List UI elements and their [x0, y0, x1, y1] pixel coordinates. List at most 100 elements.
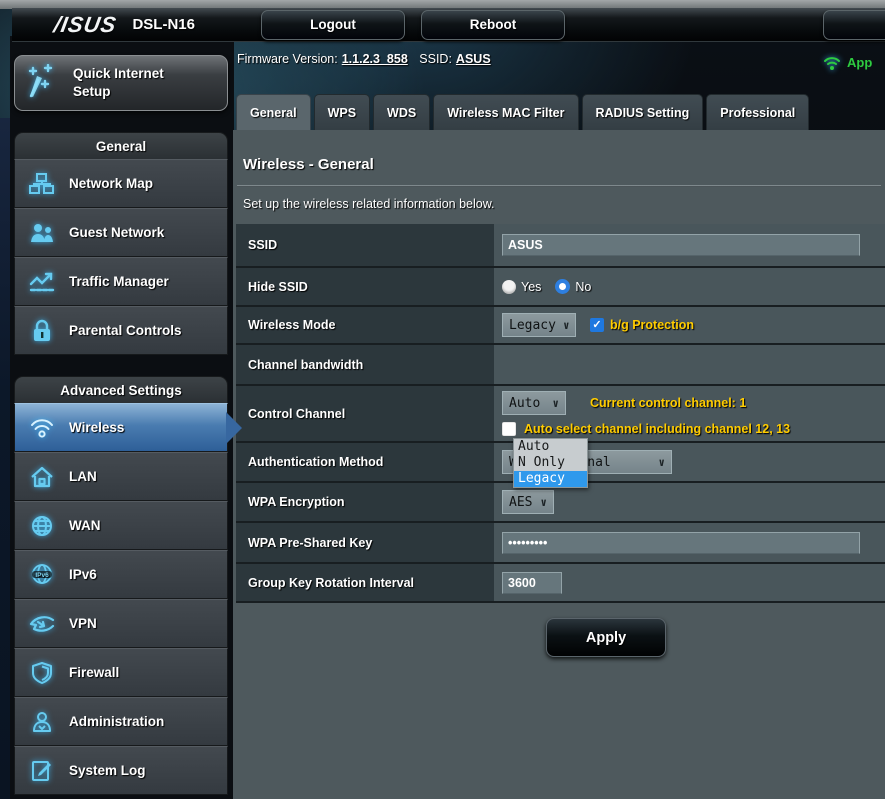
ssid-row-label: SSID — [236, 224, 494, 266]
active-item-arrow — [226, 412, 242, 444]
wan-icon — [27, 514, 57, 538]
tab-general[interactable]: General — [236, 94, 311, 130]
tab-radius-setting[interactable]: RADIUS Setting — [582, 94, 704, 130]
sidebar-item-network-map[interactable]: Network Map — [14, 159, 228, 208]
sidebar-item-guest-network[interactable]: Guest Network — [14, 208, 228, 257]
lan-icon — [27, 465, 57, 489]
control-channel-select[interactable]: Auto∨ — [502, 391, 566, 415]
logout-button[interactable]: Logout — [261, 10, 405, 40]
magic-wand-icon — [25, 64, 59, 102]
sidebar-item-label: Network Map — [69, 176, 153, 191]
svg-text:IPv6: IPv6 — [35, 572, 49, 579]
wireless-general-form: SSID Hide SSID Yes No Wireless Mode Lega… — [236, 224, 885, 603]
partial-button[interactable] — [823, 10, 885, 40]
firmware-line: Firmware Version: 1.1.2.3_858 SSID: ASUS — [237, 52, 499, 66]
wpa-psk-row: WPA Pre-Shared Key — [236, 523, 885, 564]
hide-ssid-yes-radio[interactable] — [502, 280, 516, 294]
administration-icon — [27, 710, 57, 734]
ipv6-icon: IPv6 — [27, 563, 57, 587]
hide-ssid-no-radio[interactable] — [555, 279, 570, 294]
ssid-row: SSID — [236, 224, 885, 268]
network-map-icon — [27, 172, 57, 196]
sidebar-item-lan[interactable]: LAN — [14, 452, 228, 501]
sidebar-item-ipv6[interactable]: IPv6 IPv6 — [14, 550, 228, 599]
chevron-down-icon: ∨ — [540, 496, 547, 509]
chevron-down-icon: ∨ — [563, 319, 570, 332]
auto-select-channel-checkbox[interactable] — [502, 422, 516, 436]
sidebar-item-wan[interactable]: WAN — [14, 501, 228, 550]
hide-ssid-yes-label: Yes — [521, 280, 541, 294]
channel-bandwidth-row-label: Channel bandwidth — [236, 345, 494, 384]
control-channel-row: Control Channel Auto∨ Current control ch… — [236, 386, 885, 443]
ssid-input[interactable] — [502, 234, 860, 256]
wireless-mode-row-label: Wireless Mode — [236, 307, 494, 343]
ssid-link[interactable]: ASUS — [456, 52, 491, 66]
hide-ssid-row: Hide SSID Yes No — [236, 268, 885, 307]
wireless-mode-option-n-only[interactable]: N Only — [514, 455, 587, 471]
sidebar-item-system-log[interactable]: System Log — [14, 746, 228, 795]
current-channel-hint: Current control channel: 1 — [590, 396, 746, 410]
firmware-label: Firmware Version: — [237, 52, 338, 66]
tab-wireless-mac-filter[interactable]: Wireless MAC Filter — [433, 94, 578, 130]
reboot-button[interactable]: Reboot — [421, 10, 565, 40]
wpa-psk-input[interactable] — [502, 532, 860, 554]
ssid-label: SSID: — [419, 52, 452, 66]
wpa-encryption-row-label: WPA Encryption — [236, 483, 494, 521]
group-key-interval-row: Group Key Rotation Interval — [236, 564, 885, 603]
app-link[interactable]: App — [822, 53, 872, 71]
hide-ssid-no-label: No — [575, 280, 591, 294]
hide-ssid-row-label: Hide SSID — [236, 268, 494, 305]
sidebar-item-label: Firewall — [69, 665, 119, 680]
sidebar-item-label: System Log — [69, 763, 146, 778]
sidebar-item-label: LAN — [69, 469, 97, 484]
wpa-encryption-select[interactable]: AES∨ — [502, 490, 554, 514]
quick-internet-setup-label: Quick Internet Setup — [73, 65, 193, 101]
sidebar-item-label: IPv6 — [69, 567, 97, 582]
wireless-mode-option-legacy[interactable]: Legacy — [514, 471, 587, 487]
firewall-icon — [27, 661, 57, 685]
model-name: DSL-N16 — [132, 16, 195, 33]
sidebar-item-label: Traffic Manager — [69, 274, 169, 289]
sidebar-item-label: VPN — [69, 616, 97, 631]
wireless-mode-option-auto[interactable]: Auto — [514, 439, 587, 455]
channel-bandwidth-row: Channel bandwidth — [236, 345, 885, 386]
firmware-version-link[interactable]: 1.1.2.3_858 — [342, 52, 408, 66]
group-key-interval-input[interactable] — [502, 572, 562, 594]
tab-wds[interactable]: WDS — [373, 94, 430, 130]
sidebar-item-firewall[interactable]: Firewall — [14, 648, 228, 697]
wireless-tab-row: General WPS WDS Wireless MAC Filter RADI… — [236, 94, 809, 130]
wpa-psk-row-label: WPA Pre-Shared Key — [236, 523, 494, 562]
tab-professional[interactable]: Professional — [706, 94, 809, 130]
content-pane: Wireless - General Set up the wireless r… — [233, 130, 885, 799]
sidebar-item-administration[interactable]: Administration — [14, 697, 228, 746]
chevron-down-icon: ∨ — [552, 397, 559, 410]
bg-protection-checkbox[interactable]: ✓ — [590, 318, 604, 332]
app-label: App — [847, 55, 872, 70]
wireless-icon — [27, 417, 57, 439]
control-channel-row-label: Control Channel — [236, 386, 494, 441]
title-divider — [237, 185, 881, 187]
sidebar-item-wireless[interactable]: Wireless — [14, 403, 228, 452]
sidebar-item-parental-controls[interactable]: Parental Controls — [14, 306, 228, 355]
wireless-mode-dropdown: Auto N Only Legacy — [513, 438, 588, 488]
quick-internet-setup-button[interactable]: Quick Internet Setup — [14, 55, 228, 111]
asus-logo: /ISUS — [52, 12, 119, 38]
guest-network-icon — [27, 221, 57, 245]
sidebar-item-label: Administration — [69, 714, 164, 729]
authentication-method-row-label: Authentication Method — [236, 443, 494, 481]
sidebar-item-label: Wireless — [69, 420, 124, 435]
sidebar-item-vpn[interactable]: VPN — [14, 599, 228, 648]
tab-wps[interactable]: WPS — [314, 94, 370, 130]
auto-select-channel-label: Auto select channel including channel 12… — [524, 422, 790, 436]
sidebar-item-label: WAN — [69, 518, 101, 533]
wifi-status-icon — [822, 53, 842, 71]
left-edge-strip — [0, 118, 10, 799]
chevron-down-icon: ∨ — [658, 456, 665, 469]
group-key-interval-row-label: Group Key Rotation Interval — [236, 564, 494, 601]
bg-protection-label: b/g Protection — [610, 318, 694, 332]
section-header-general: General — [14, 132, 228, 159]
apply-button[interactable]: Apply — [546, 618, 666, 657]
wireless-mode-row: Wireless Mode Legacy∨ ✓ b/g Protection — [236, 307, 885, 345]
sidebar-item-traffic-manager[interactable]: Traffic Manager — [14, 257, 228, 306]
wireless-mode-select[interactable]: Legacy∨ — [502, 313, 576, 337]
